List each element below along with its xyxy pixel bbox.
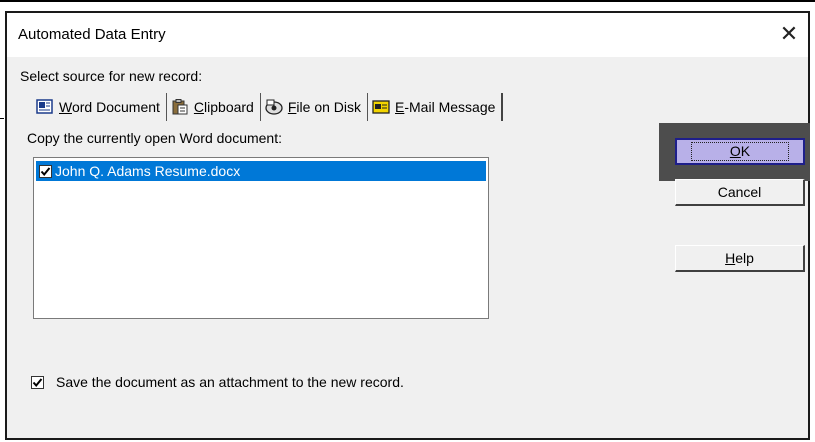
source-tabs: Word Document Clipboard File on Disk E-M… xyxy=(32,93,504,121)
cancel-button-label: Cancel xyxy=(717,184,762,200)
list-item[interactable]: John Q. Adams Resume.docx xyxy=(36,161,486,181)
tab-file-on-disk[interactable]: File on Disk xyxy=(261,93,369,121)
checkmark-icon xyxy=(40,166,51,176)
help-button-label: elp xyxy=(735,250,754,266)
copy-document-label: Copy the currently open Word document: xyxy=(27,130,282,146)
save-attachment-option[interactable]: Save the document as an attachment to th… xyxy=(31,374,404,390)
cancel-button[interactable]: Cancel xyxy=(675,179,805,206)
tab-email-message[interactable]: E-Mail Message xyxy=(368,93,504,121)
source-label: Select source for new record: xyxy=(20,68,203,84)
tab-word-document[interactable]: Word Document xyxy=(32,93,167,121)
checkmark-icon xyxy=(32,377,43,387)
tab-clipboard-label: lipboard xyxy=(204,99,254,115)
save-attachment-label: Save the document as an attachment to th… xyxy=(56,374,404,390)
dialog-title: Automated Data Entry xyxy=(18,26,166,43)
close-icon[interactable]: ✕ xyxy=(776,21,802,47)
file-on-disk-icon xyxy=(265,99,283,115)
email-message-icon xyxy=(372,99,390,115)
background-edge-left xyxy=(0,118,4,119)
document-checkbox[interactable] xyxy=(39,164,52,178)
ok-button-label: K xyxy=(740,143,751,159)
document-name: John Q. Adams Resume.docx xyxy=(55,163,241,179)
help-button[interactable]: Help xyxy=(675,245,805,272)
ok-button[interactable]: OK xyxy=(675,138,805,165)
background-edge-top xyxy=(0,0,815,2)
tab-word-document-label: ord Document xyxy=(71,99,160,115)
clipboard-icon xyxy=(171,99,189,115)
automated-data-entry-dialog: Automated Data Entry ✕ Select source for… xyxy=(5,11,810,440)
tab-clipboard[interactable]: Clipboard xyxy=(167,93,261,121)
word-document-icon xyxy=(36,99,54,115)
document-listbox[interactable]: John Q. Adams Resume.docx xyxy=(33,157,489,319)
title-bar: Automated Data Entry ✕ xyxy=(7,13,808,57)
save-attachment-checkbox[interactable] xyxy=(31,375,44,389)
tab-file-on-disk-label: ile on Disk xyxy=(296,99,362,115)
tab-email-message-label: -Mail Message xyxy=(404,99,496,115)
